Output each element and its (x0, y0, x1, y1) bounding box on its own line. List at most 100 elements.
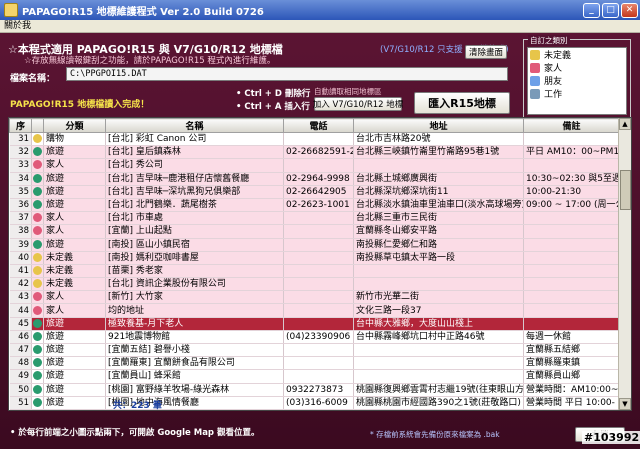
row-icon-cell[interactable] (31, 369, 44, 384)
map-pin-icon[interactable] (33, 134, 42, 144)
category-list[interactable]: 未定義 家人 朋友 工作 (527, 47, 627, 115)
row-icon-cell[interactable] (31, 185, 44, 199)
table-scrollbar[interactable]: ▲ ▼ (618, 118, 631, 410)
table-row[interactable]: 50 旅遊 [桃園] 富野綠羊牧場-綠光森林 0932273873 桃園縣復興鄉雲霄村志… (9, 383, 620, 397)
table-row[interactable]: 49 旅遊 [宜蘭員山] 蜂采館 宜蘭縣員山鄉 (9, 369, 620, 384)
map-pin-icon[interactable] (33, 397, 42, 407)
table-row[interactable]: 44 家人 均的地址 文化三路一段37 (9, 303, 620, 318)
table-row[interactable]: 41 未定義 [苗栗] 秀老家 (9, 264, 620, 279)
row-icon-cell[interactable] (31, 198, 44, 213)
map-pin-icon[interactable] (33, 200, 42, 210)
row-index: 40 (9, 251, 32, 265)
map-pin-icon[interactable] (33, 371, 42, 381)
row-icon-cell[interactable] (31, 224, 44, 239)
row-phone (283, 277, 354, 292)
table-row[interactable]: 31 購物 [台北] 彩虹 Canon 公司 台北市吉林路20號 (9, 132, 620, 147)
file-path-field[interactable]: C:\PPGPOI15.DAT (66, 67, 508, 81)
map-pin-icon[interactable] (33, 226, 42, 236)
scroll-up-arrow[interactable]: ▲ (619, 118, 631, 130)
table-row[interactable]: 32 旅遊 [台北] 皇后鎮森林 02-26682591-2 台北縣三峽鎮竹崙里竹崙路9… (9, 145, 620, 160)
map-pin-icon[interactable] (33, 318, 42, 328)
row-index: 32 (9, 145, 32, 160)
row-icon-cell[interactable] (31, 211, 44, 226)
clear-button[interactable]: 清除畫面 (465, 45, 507, 59)
row-icon-cell[interactable] (31, 251, 44, 265)
table-row[interactable]: 42 未定義 [台北] 資訊企業股份有限公司 (9, 277, 620, 292)
category-item[interactable]: 朋友 (528, 74, 626, 87)
table-row[interactable]: 37 家人 [台北] 市車處 台北縣三重市三民街 (9, 211, 620, 226)
table-row[interactable]: 35 旅遊 [台北] 吉早味─深坑黑狗兄俱樂部 02-26642905 台北縣深坑鄉深坑… (9, 185, 620, 199)
table-row[interactable]: 36 旅遊 [台北] 北門鶴樂．蔬尾樹茶 02-2623-1001 台北縣淡水鎮油車里油… (9, 198, 620, 213)
row-icon-cell[interactable] (31, 317, 44, 331)
row-icon-cell[interactable] (31, 290, 44, 305)
row-icon-cell[interactable] (31, 343, 44, 358)
row-icon-cell[interactable] (31, 383, 44, 397)
row-icon-cell[interactable] (31, 158, 44, 173)
row-icon-cell[interactable] (31, 330, 44, 345)
scroll-thumb[interactable] (620, 170, 631, 210)
map-pin-icon[interactable] (33, 265, 42, 275)
map-pin-icon[interactable] (33, 358, 42, 368)
map-pin-icon[interactable] (33, 213, 42, 223)
map-pin-icon[interactable] (33, 345, 42, 355)
row-phone: (04)23390906 (283, 330, 354, 345)
table-row[interactable]: 45 旅遊 極致養基-月下老人 台中縣大雅鄉，大度山山棧上 (9, 317, 620, 331)
map-pin-icon[interactable] (33, 160, 42, 170)
table-row[interactable]: 48 旅遊 [宜蘭羅東] 宜蘭餅食品有限公司 宜蘭縣羅東鎮 (9, 356, 620, 371)
map-pin-icon[interactable] (33, 279, 42, 289)
maximize-button[interactable]: □ (602, 2, 619, 18)
table-row[interactable]: 51 旅遊 [桃園] 地中海風情餐廳 (03)316-6009 桃園縣桃園市經國路390… (9, 396, 620, 410)
row-note: 營業時間：AM10:00~ (523, 383, 620, 397)
category-item[interactable]: 工作 (528, 87, 626, 100)
row-icon-cell[interactable] (31, 396, 44, 410)
table-row[interactable]: 46 旅遊 921地震博物館 (04)23390906 台中縣霧峰鄉坑口村中正路46號每… (9, 330, 620, 345)
row-icon-cell[interactable] (31, 277, 44, 292)
table-row[interactable]: 43 家人 [新竹] 大竹家 新竹市光華二街 (9, 290, 620, 305)
row-note: 宜蘭縣羅東鎮 (523, 356, 620, 371)
col-header-name[interactable]: 名稱 (105, 118, 284, 133)
map-pin-icon[interactable] (33, 384, 42, 394)
row-note (523, 224, 620, 239)
table-row[interactable]: 40 未定義 [南投] 媽利亞咖啡書屋 南投縣草屯鎮太平路一段 (9, 251, 620, 265)
category-item[interactable]: 家人 (528, 61, 626, 74)
row-note (523, 211, 620, 226)
minimize-button[interactable]: _ (583, 2, 600, 18)
map-pin-icon[interactable] (33, 331, 42, 341)
row-index: 31 (9, 132, 32, 147)
map-pin-icon[interactable] (33, 186, 42, 196)
category-group: 自訂之類別 未定義 家人 朋友 工作 (523, 35, 631, 119)
col-header-category[interactable]: 分類 (43, 118, 106, 133)
import-r15-button[interactable]: 匯入R15地標 (414, 92, 510, 114)
row-note: 宜蘭縣員山鄉 (523, 369, 620, 384)
row-icon-cell[interactable] (31, 356, 44, 371)
col-header-address[interactable]: 地址 (353, 118, 524, 133)
col-header-note[interactable]: 備註 (523, 118, 620, 133)
col-header-phone[interactable]: 電話 (283, 118, 354, 133)
table-row[interactable]: 39 旅遊 [南投] 區山小鎮民宿 南投縣仁愛鄉仁和路 (9, 238, 620, 252)
map-pin-icon[interactable] (33, 173, 42, 183)
row-icon-cell[interactable] (31, 264, 44, 279)
menu-item-about[interactable]: 關於我 (0, 21, 35, 31)
row-note (523, 317, 620, 331)
row-icon-cell[interactable] (31, 132, 44, 147)
row-icon-cell[interactable] (31, 172, 44, 186)
map-pin-icon[interactable] (33, 292, 42, 302)
row-icon-cell[interactable] (31, 145, 44, 160)
map-pin-icon[interactable] (33, 147, 42, 157)
table-row[interactable]: 38 家人 [宜蘭] 上山起點 宜蘭縣冬山鄉安平路 (9, 224, 620, 239)
category-item[interactable]: 未定義 (528, 48, 626, 61)
map-pin-icon[interactable] (33, 305, 42, 315)
table-row[interactable]: 33 家人 [台北] 秀公司 (9, 158, 620, 173)
row-icon-cell[interactable] (31, 238, 44, 252)
close-button[interactable]: ✕ (621, 2, 638, 18)
table-row[interactable]: 34 旅遊 [台北] 吉早味─鹿港租仔店懷舊餐廳 02-2964-9998 台北縣土城鄉… (9, 172, 620, 186)
col-header-index[interactable]: 序 (9, 118, 32, 133)
map-pin-icon[interactable] (33, 239, 42, 249)
row-address: 桃園縣復興鄉雲霄村志繼19號(往東眼山方向) (353, 383, 524, 397)
scroll-down-arrow[interactable]: ▼ (619, 398, 631, 410)
table-row[interactable]: 47 旅遊 [宜蘭五結] 碧譽小棧 宜蘭縣五結鄉 (9, 343, 620, 358)
add-v7-button[interactable]: 加入 V7/G10/R12 地標 (313, 97, 403, 111)
map-pin-icon[interactable] (33, 252, 42, 262)
col-header-icon[interactable] (31, 118, 44, 133)
row-icon-cell[interactable] (31, 303, 44, 318)
